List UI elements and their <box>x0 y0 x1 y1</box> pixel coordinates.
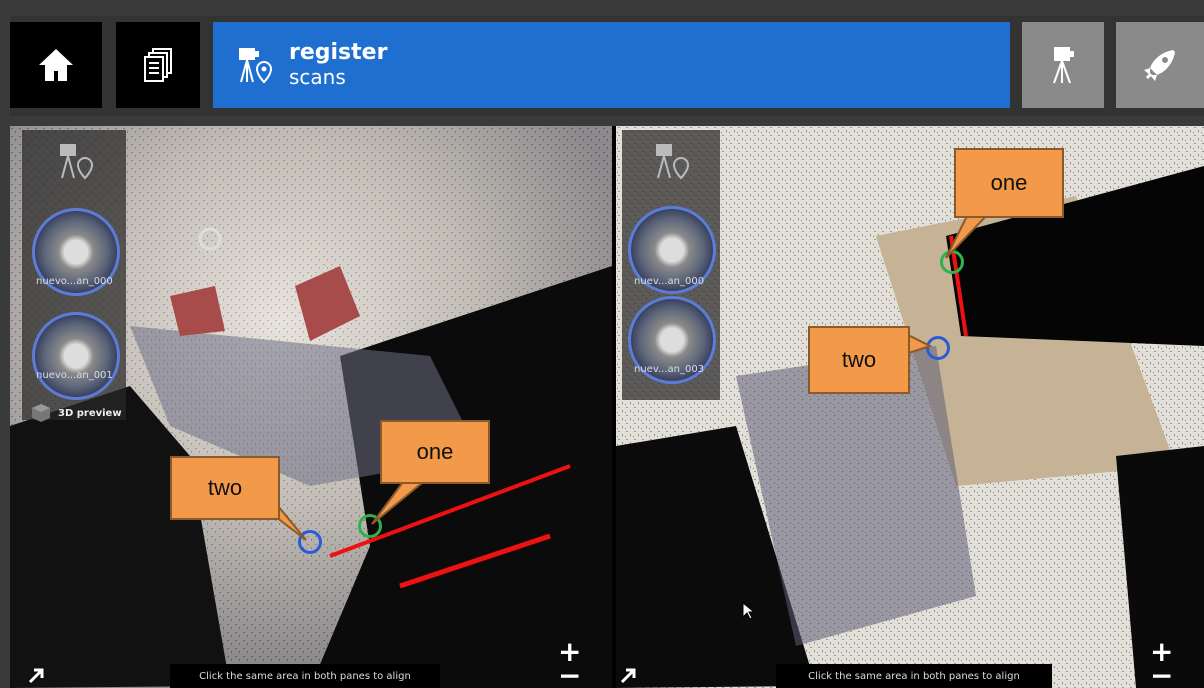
top-toolbar: register scans <box>10 16 1204 116</box>
callout-two: two <box>170 456 280 520</box>
home-button[interactable] <box>10 22 102 108</box>
callout-one: one <box>954 148 1064 218</box>
home-icon <box>36 46 76 84</box>
launch-button[interactable] <box>1116 22 1204 108</box>
zoom-controls: + − <box>558 638 612 688</box>
app-window: register scans nuevo...an_000 nuevo...an… <box>0 0 1204 688</box>
register-scans-banner: register scans <box>213 22 1010 108</box>
register-scans-icon <box>235 44 275 86</box>
scanner-tripod-icon <box>1048 45 1078 85</box>
left-scan-pane[interactable]: nuevo...an_000 nuevo...an_001 3D preview… <box>10 126 612 688</box>
zoom-out-button[interactable]: − <box>558 659 581 688</box>
callout-pointers <box>243 477 431 541</box>
documents-icon <box>143 47 173 83</box>
expand-icon[interactable] <box>28 666 46 684</box>
scanner-button[interactable] <box>1022 22 1104 108</box>
mouse-cursor-icon <box>742 602 754 620</box>
callout-one: one <box>380 420 490 484</box>
right-scan-pane[interactable]: nuev...an_000 nuev...an_003 one two Clic… <box>616 126 1204 688</box>
page-subtitle: scans <box>289 65 346 89</box>
zoom-controls: + − <box>1150 638 1204 688</box>
expand-icon[interactable] <box>620 666 638 684</box>
alignment-hint: Click the same area in both panes to ali… <box>776 664 1052 688</box>
callout-two: two <box>808 326 910 394</box>
projects-button[interactable] <box>116 22 200 108</box>
zoom-out-button[interactable]: − <box>1150 659 1173 688</box>
alignment-hint: Click the same area in both panes to ali… <box>170 664 440 688</box>
callout-pointers <box>905 213 991 356</box>
rocket-icon <box>1141 46 1179 84</box>
page-title: register <box>289 40 388 65</box>
